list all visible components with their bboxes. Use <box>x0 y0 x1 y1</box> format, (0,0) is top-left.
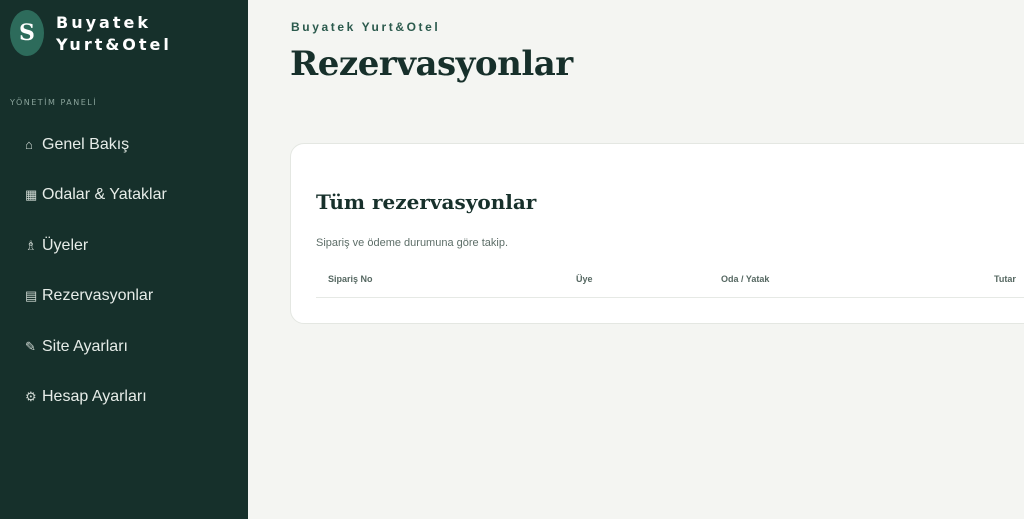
card-subtitle: Sipariş ve ödeme durumuna göre takip. <box>316 237 508 249</box>
main-content: Buyatek Yurt&Otel Rezervasyonlar Tüm rez… <box>248 0 1024 519</box>
sidebar-section-label: YÖNETİM PANELİ <box>10 98 98 107</box>
brand-name-line2: Yurt&Otel <box>56 35 172 54</box>
person-icon: ♗ <box>25 237 37 253</box>
table-header: Sipariş No Üye Oda / Yatak Tutar <box>316 263 1024 298</box>
sidebar-item-hesap-ayarlari[interactable]: ⚙ Hesap Ayarları <box>25 385 167 410</box>
page-eyebrow: Buyatek Yurt&Otel <box>291 20 441 34</box>
column-header-siparis-no[interactable]: Sipariş No <box>328 274 373 284</box>
sidebar-item-site-ayarlari[interactable]: ✎ Site Ayarları <box>25 334 167 359</box>
sidebar-item-odalar-yataklar[interactable]: ▦ Odalar & Yataklar <box>25 183 167 208</box>
sidebar-nav: ⌂ Genel Bakış ▦ Odalar & Yataklar ♗ Üyel… <box>25 132 167 435</box>
home-icon: ⌂ <box>25 137 33 152</box>
brand-logo: S <box>10 10 44 56</box>
brand[interactable]: S Buyatek Yurt&Otel <box>10 10 172 56</box>
sidebar-item-label: Üyeler <box>42 236 89 254</box>
brand-name: Buyatek Yurt&Otel <box>56 12 172 56</box>
column-header-uye[interactable]: Üye <box>576 274 593 284</box>
pencil-icon: ✎ <box>25 338 36 354</box>
sidebar-item-label: Hesap Ayarları <box>42 388 147 405</box>
list-icon: ▤ <box>25 288 38 303</box>
sidebar-item-genel-bakis[interactable]: ⌂ Genel Bakış <box>25 132 167 157</box>
brand-name-line1: Buyatek <box>56 13 151 32</box>
sidebar-item-label: Genel Bakış <box>42 135 130 153</box>
gear-icon: ⚙ <box>25 389 37 404</box>
sidebar-item-uyeler[interactable]: ♗ Üyeler <box>25 233 167 258</box>
reservations-card: Tüm rezervasyonlar Sipariş ve ödeme duru… <box>290 143 1024 324</box>
sidebar-item-rezervasyonlar[interactable]: ▤ Rezervasyonlar <box>25 284 167 309</box>
grid-icon: ▦ <box>25 187 38 202</box>
sidebar-item-label: Odalar & Yataklar <box>42 186 167 203</box>
sidebar-item-label: Rezervasyonlar <box>42 287 154 304</box>
column-header-oda-yatak[interactable]: Oda / Yatak <box>721 274 769 284</box>
card-title: Tüm rezervasyonlar <box>316 190 537 214</box>
sidebar: S Buyatek Yurt&Otel YÖNETİM PANELİ ⌂ Gen… <box>0 0 248 519</box>
page-title: Rezervasyonlar <box>290 44 573 84</box>
sidebar-item-label: Site Ayarları <box>42 337 128 355</box>
column-header-tutar[interactable]: Tutar <box>994 274 1016 284</box>
